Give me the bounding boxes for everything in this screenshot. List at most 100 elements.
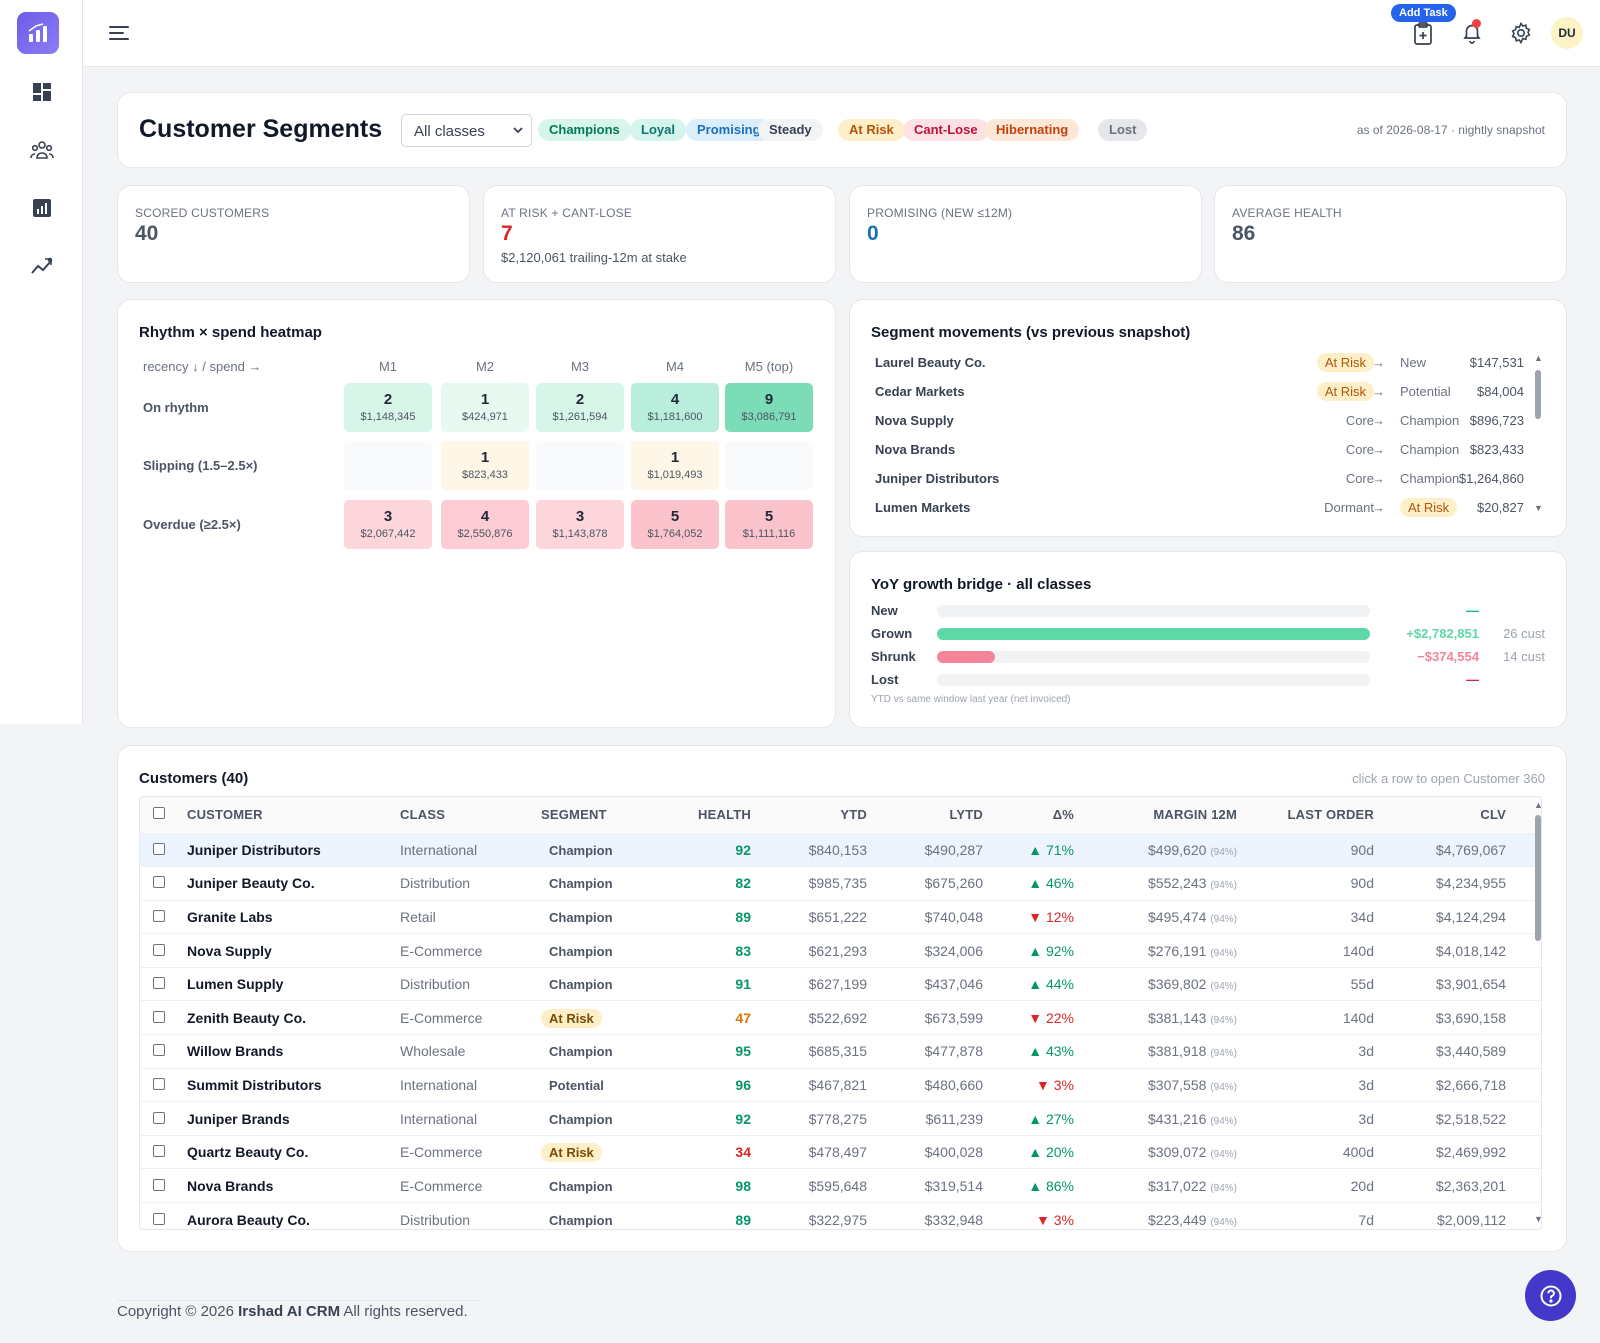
app-logo[interactable] [17,12,59,54]
table-row[interactable]: Aurora Beauty Co. Distribution Champion 89 $… [140,1202,1541,1229]
gear-icon[interactable] [1507,19,1535,47]
heatmap-cell[interactable]: 5 $1,764,052 [631,500,719,549]
row-checkbox[interactable] [153,1044,165,1057]
scroll-down-icon[interactable]: ▼ [1534,504,1543,513]
movement-row[interactable]: Nova Brands Core → Champion $823,433 [850,435,1566,464]
heatmap-cell[interactable]: 5 $1,111,116 [725,500,813,549]
segment-chip-loyal[interactable]: Loyal [630,119,686,141]
column-header[interactable]: CLASS [400,797,541,833]
table-scroll-up-icon[interactable]: ▲ [1534,801,1543,810]
heatmap-cell[interactable]: 2 $1,261,594 [536,383,624,432]
cell-customer[interactable]: Zenith Beauty Co. [178,1000,400,1035]
table-row[interactable]: Juniper Distributors International Champio… [140,832,1541,867]
segment-chip-champions[interactable]: Champions [538,119,631,141]
segment-chip-hibernating[interactable]: Hibernating [985,119,1080,141]
nav-customers-icon[interactable] [27,135,57,165]
cell-customer[interactable]: Lumen Supply [178,966,400,1001]
row-checkbox[interactable] [153,943,165,956]
movement-row[interactable]: Nova Supply Core → Champion $896,723 [850,406,1566,435]
movement-row[interactable]: Cedar Markets At Risk → Potential $84,004 [850,377,1566,406]
heatmap-cell[interactable]: 4 $2,550,876 [441,500,529,549]
table-row[interactable]: Quartz Beauty Co. E-Commerce At Risk 34 $478… [140,1134,1541,1169]
cell-customer[interactable]: Summit Distributors [178,1067,400,1102]
movement-row[interactable]: Lumen Markets Dormant → At Risk $20,827 [850,493,1566,522]
table-row[interactable]: Summit Distributors International Potentia… [140,1067,1541,1102]
heatmap-cell[interactable]: 3 $1,143,878 [536,500,624,549]
column-header[interactable]: CLV [1374,797,1506,833]
clipboard-add-icon[interactable] [1409,20,1437,48]
row-checkbox[interactable] [153,1178,165,1191]
nav-dashboard-icon[interactable] [27,77,57,107]
cell-customer[interactable]: Aurora Beauty Co. [178,1202,400,1229]
heatmap-cell[interactable]: 1 $823,433 [441,441,529,490]
segment-chip-lost[interactable]: Lost [1098,119,1148,141]
help-button[interactable] [1525,1270,1576,1321]
cell-customer[interactable]: Quartz Beauty Co. [178,1134,400,1169]
row-checkbox[interactable] [153,1212,165,1225]
row-checkbox[interactable] [153,1111,165,1124]
column-header[interactable]: MARGIN 12M [1074,797,1237,833]
table-row[interactable]: Granite Labs Retail Champion 89 $651,222 $740… [140,899,1541,934]
heatmap-cell[interactable]: 1 $1,019,493 [631,441,719,490]
scroll-up-icon[interactable]: ▲ [1534,354,1543,363]
cell-customer[interactable]: Juniper Brands [178,1101,400,1136]
column-header[interactable]: CUSTOMER [178,797,400,833]
footer-brand[interactable]: Irshad AI CRM [238,1303,340,1320]
table-row[interactable]: Nova Brands E-Commerce Champion 98 $595,648 $… [140,1168,1541,1203]
movement-row[interactable]: Juniper Distributors Core → Champion $1,264,… [850,464,1566,493]
table-row[interactable]: Zenith Beauty Co. E-Commerce At Risk 47 $522… [140,1000,1541,1035]
heatmap-cell[interactable]: 1 $424,971 [441,383,529,432]
table-row[interactable]: Juniper Beauty Co. Distribution Champion 82… [140,866,1541,901]
select-all-checkbox[interactable] [153,807,165,820]
movement-customer: Cedar Markets [875,384,965,399]
heatmap-cell[interactable]: 2 $1,148,345 [344,383,432,432]
movement-row[interactable]: Laurel Beauty Co. At Risk → New $147,531 [850,348,1566,377]
movements-scrollbar[interactable]: ▲ ▼ [1534,354,1543,514]
cell-customer[interactable]: Willow Brands [178,1034,400,1069]
segment-chip-steady[interactable]: Steady [758,119,823,141]
table-scroll-down-icon[interactable]: ▼ [1534,1215,1543,1224]
row-checkbox[interactable] [153,1145,165,1158]
row-checkbox-cell [140,966,178,1001]
column-header[interactable]: Δ% [983,797,1074,833]
column-header[interactable]: HEALTH [651,797,751,833]
row-checkbox[interactable] [153,876,165,889]
nav-reports-icon[interactable] [27,193,57,223]
segment-chip-cant-lose[interactable]: Cant-Lose [903,119,989,141]
heatmap-cell[interactable] [536,441,624,490]
heatmap-cell[interactable]: 4 $1,181,600 [631,383,719,432]
column-header[interactable]: SEGMENT [541,797,651,833]
cell-customer[interactable]: Granite Labs [178,899,400,934]
column-header[interactable]: YTD [751,797,867,833]
class-filter-select[interactable]: All classes [401,114,532,147]
column-header[interactable]: LYTD [867,797,983,833]
table-row[interactable]: Willow Brands Wholesale Champion 95 $685,315… [140,1034,1541,1069]
heatmap-cell[interactable] [725,441,813,490]
table-row[interactable]: Juniper Brands International Champion 92 $77… [140,1101,1541,1136]
row-checkbox[interactable] [153,1077,165,1090]
cell-customer[interactable]: Nova Brands [178,1168,400,1203]
heatmap-cell[interactable]: 3 $2,067,442 [344,500,432,549]
menu-toggle-icon[interactable] [108,22,130,44]
table-row[interactable]: Lumen Supply Distribution Champion 91 $627,1… [140,966,1541,1001]
row-checkbox[interactable] [153,1010,165,1023]
row-checkbox[interactable] [153,977,165,990]
column-header[interactable]: LAST ORDER [1237,797,1374,833]
movements-scroll-thumb[interactable] [1535,370,1541,419]
nav-analytics-icon[interactable] [27,251,57,281]
row-checkbox[interactable] [153,909,165,922]
row-checkbox[interactable] [153,842,165,855]
cell-customer[interactable]: Juniper Distributors [178,832,400,867]
user-avatar[interactable]: DU [1551,17,1583,49]
heatmap-cell-amount: $3,086,791 [741,411,797,423]
table-row[interactable]: Nova Supply E-Commerce Champion 83 $621,293 $… [140,933,1541,968]
cell-customer[interactable]: Juniper Beauty Co. [178,866,400,901]
cell-customer[interactable]: Nova Supply [178,933,400,968]
margin-value: $381,918 [1148,1043,1207,1060]
table-scroll-thumb[interactable] [1535,815,1541,941]
margin-value: $307,558 [1148,1076,1207,1093]
heatmap-cell[interactable] [344,441,432,490]
table-scrollbar[interactable]: ▲ ▼ [1533,801,1543,1225]
heatmap-cell[interactable]: 9 $3,086,791 [725,383,813,432]
segment-chip-at-risk[interactable]: At Risk [838,119,905,141]
